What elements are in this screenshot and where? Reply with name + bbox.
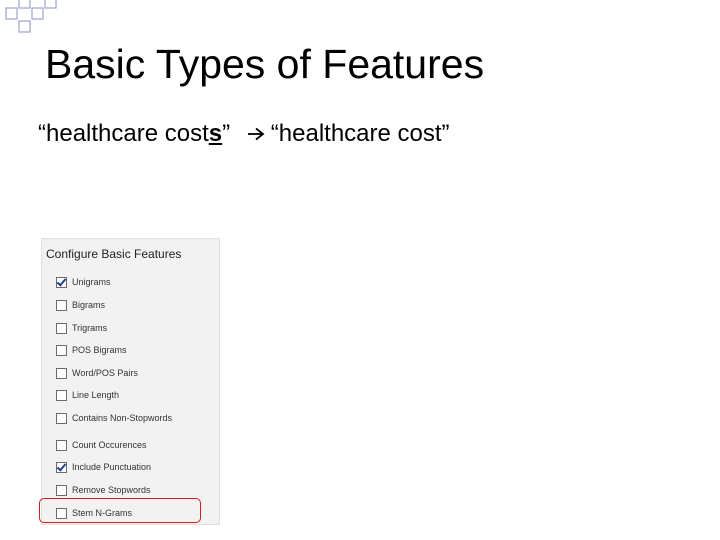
decorative-squares (5, 0, 57, 33)
option-include-punctuation[interactable]: Include Punctuation (56, 460, 151, 474)
decorative-square (18, 0, 31, 9)
decorative-square (31, 7, 44, 20)
configure-features-panel: Configure Basic Features Unigrams Bigrams… (41, 238, 220, 525)
example-word-after: “healthcare cost” (270, 120, 450, 147)
checkbox[interactable] (56, 412, 67, 424)
example-open-quote: “ (38, 120, 46, 147)
option-label: Count Occurences (72, 440, 147, 450)
decorative-square (5, 7, 18, 20)
example-close-quote: ” (222, 120, 231, 147)
option-label: POS Bigrams (72, 345, 127, 355)
option-unigrams[interactable]: Unigrams (56, 275, 111, 289)
checkbox[interactable] (56, 439, 67, 451)
option-bigrams[interactable]: Bigrams (56, 298, 105, 312)
option-label: Line Length (72, 390, 120, 400)
option-label: Stem N-Grams (72, 508, 133, 518)
option-label: Include Punctuation (72, 462, 152, 472)
option-label: Contains Non-Stopwords (72, 413, 173, 423)
slide-title: Basic Types of Features (45, 41, 485, 87)
checkbox[interactable] (56, 367, 67, 379)
checkbox[interactable] (56, 299, 67, 311)
decorative-square (44, 0, 57, 9)
option-remove-stopwords[interactable]: Remove Stopwords (56, 483, 151, 497)
checkbox[interactable] (56, 344, 67, 356)
option-line-length[interactable]: Line Length (56, 388, 119, 402)
option-label: Unigrams (72, 277, 111, 287)
example-plural-suffix: s (208, 120, 223, 147)
option-trigrams[interactable]: Trigrams (56, 321, 107, 335)
option-count-occurences[interactable]: Count Occurences (56, 438, 147, 452)
option-word-pos-pairs[interactable]: Word/POS Pairs (56, 366, 138, 380)
checkbox[interactable] (56, 322, 67, 334)
decorative-square (18, 20, 31, 33)
panel-header: Configure Basic Features (46, 247, 182, 261)
example-line: “healthcare costs” “healthcare cost” (38, 120, 450, 149)
checkbox[interactable] (56, 507, 67, 519)
option-label: Bigrams (72, 300, 106, 310)
checkbox[interactable] (56, 484, 67, 496)
checkbox[interactable] (56, 389, 67, 401)
option-stem-n-grams[interactable]: Stem N-Grams (56, 506, 132, 520)
arrow-right-icon (247, 120, 265, 149)
option-pos-bigrams[interactable]: POS Bigrams (56, 343, 127, 357)
option-label: Remove Stopwords (72, 485, 151, 495)
option-label: Word/POS Pairs (72, 368, 138, 378)
checkbox[interactable] (56, 276, 67, 288)
option-label: Trigrams (72, 323, 108, 333)
example-word-before: healthcare cost (46, 120, 209, 147)
checkbox[interactable] (56, 461, 67, 473)
option-contains-non-stopwords[interactable]: Contains Non-Stopwords (56, 411, 172, 425)
